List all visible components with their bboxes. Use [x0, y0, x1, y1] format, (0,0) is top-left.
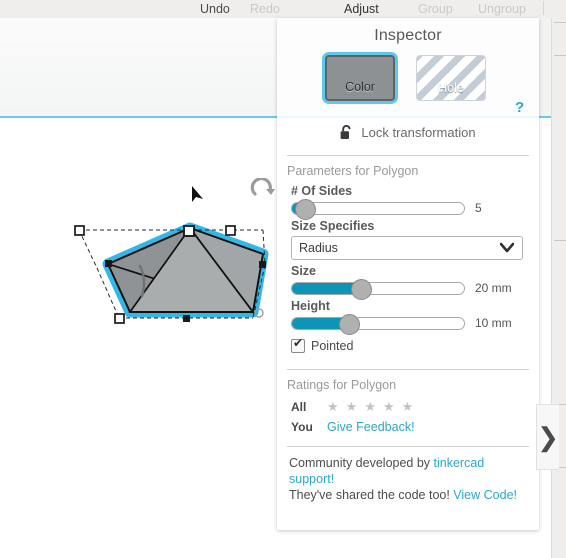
credits-line1-prefix: Community developed by: [289, 456, 434, 470]
ratings-you-row: You Give Feedback!: [277, 420, 539, 434]
mouse-cursor-icon: [192, 186, 203, 202]
help-icon[interactable]: ?: [515, 99, 524, 116]
hole-swatch-button[interactable]: Hole: [416, 55, 486, 101]
sides-slider-knob[interactable]: [295, 198, 317, 220]
sides-value: 5: [475, 201, 482, 215]
rating-star[interactable]: ★: [364, 399, 376, 415]
inspector-panel: Inspector Color Hole ? Lock transformati…: [277, 18, 539, 530]
size-specifies-select[interactable]: Radius: [291, 236, 523, 260]
size-label: Size: [291, 264, 317, 278]
right-rail: [552, 0, 566, 558]
height-slider-knob[interactable]: [338, 313, 360, 335]
field-size: Size 20 mm: [277, 264, 539, 300]
height-value: 10 mm: [475, 316, 512, 330]
field-height: Height 10 mm ✔ Pointed: [277, 299, 539, 353]
rating-star[interactable]: ★: [402, 399, 414, 415]
right-rail-border: [551, 18, 552, 558]
inspector-title: Inspector: [374, 27, 442, 44]
credits-line2-prefix: They've shared the code too!: [289, 488, 454, 502]
sides-slider[interactable]: [291, 198, 465, 220]
ratings-you-label: You: [291, 420, 313, 434]
height-slider[interactable]: [291, 313, 465, 335]
chevron-right-icon: ❯: [537, 422, 559, 452]
hole-swatch-label: Hole: [438, 81, 464, 95]
size-specifies-value: Radius: [299, 241, 338, 255]
rotate-arrow-icon[interactable]: [250, 178, 276, 204]
size-value: 20 mm: [475, 281, 512, 295]
checkmark-icon: ✔: [293, 336, 304, 350]
pointed-row[interactable]: ✔ Pointed: [291, 336, 527, 353]
size-specifies-label: Size Specifies: [291, 219, 375, 233]
ratings-all-label: All: [291, 400, 307, 414]
ratings-all-stars: ★ ★ ★ ★ ★: [327, 399, 413, 415]
ratings-all-row: All ★ ★ ★ ★ ★: [277, 399, 539, 415]
field-sides: # Of Sides 5: [277, 184, 539, 220]
chevron-down-icon: [500, 242, 514, 253]
rating-star[interactable]: ★: [346, 399, 358, 415]
lock-open-icon: [341, 124, 351, 139]
view-code-link[interactable]: View Code!: [453, 488, 517, 502]
credits-block: Community developed by tinkercad support…: [277, 447, 539, 503]
sides-label: # Of Sides: [291, 184, 353, 198]
tinkercad-app: Undo Redo Adjust Group Ungroup Inspector…: [0, 0, 566, 558]
field-size-specifies: Size Specifies Radius: [277, 219, 539, 260]
lock-transformation-row[interactable]: Lock transformation: [277, 117, 539, 147]
color-swatch-button[interactable]: Color: [325, 55, 395, 101]
rail-divider-1: [554, 22, 566, 23]
color-swatch-label: Color: [345, 80, 375, 94]
rail-divider-2: [554, 55, 566, 56]
viewport-sky: [0, 18, 278, 117]
size-slider[interactable]: [291, 278, 465, 300]
give-feedback-link[interactable]: Give Feedback!: [327, 420, 415, 434]
rating-star[interactable]: ★: [327, 399, 339, 415]
pointed-checkbox[interactable]: ✔: [291, 336, 305, 353]
height-label: Height: [291, 299, 330, 313]
size-slider-knob[interactable]: [350, 278, 372, 300]
ratings-title: Ratings for Polygon: [287, 378, 397, 392]
lock-transformation-label: Lock transformation: [361, 124, 476, 140]
rating-star[interactable]: ★: [383, 399, 395, 415]
rail-divider-3: [554, 240, 566, 241]
parameters-title: Parameters for Polygon: [287, 164, 419, 178]
collapse-panel-button[interactable]: ❯: [536, 404, 559, 470]
shape-mode-swatches: Color Hole ?: [277, 55, 539, 116]
pointed-label: Pointed: [311, 339, 354, 353]
